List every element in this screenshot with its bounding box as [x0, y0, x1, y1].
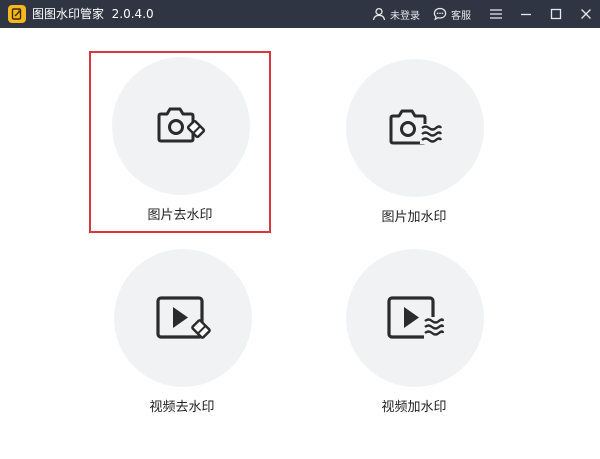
card-icon-circle: [346, 249, 484, 387]
maximize-button[interactable]: [545, 0, 567, 28]
maximize-icon: [550, 8, 562, 20]
card-icon-circle: [346, 59, 484, 197]
user-icon: [372, 7, 386, 21]
card-image-add-watermark[interactable]: 图片加水印: [323, 53, 505, 235]
camera-eraser-icon: [157, 107, 206, 143]
card-icon-circle: [112, 57, 250, 195]
camera-watermark-icon: [389, 109, 443, 145]
service-label: 客服: [451, 10, 471, 22]
app-name: 图图水印管家: [32, 7, 105, 21]
card-video-add-watermark[interactable]: 视频加水印: [323, 243, 505, 425]
menu-icon: [490, 9, 502, 19]
card-label: 视频去水印: [149, 400, 215, 415]
card-label: 图片去水印: [147, 208, 213, 223]
app-window: 图图水印管家 2.0.4.0 未登录 客服 图片去水印 图片加水印 视频去水印 …: [0, 0, 600, 459]
card-icon-circle: [114, 249, 252, 387]
login-button[interactable]: 未登录: [372, 0, 420, 28]
card-label: 视频加水印: [381, 400, 447, 415]
close-icon: [581, 9, 591, 19]
card-video-remove-watermark[interactable]: 视频去水印: [91, 243, 273, 425]
minimize-button[interactable]: [515, 0, 537, 28]
card-label: 图片加水印: [381, 210, 447, 225]
customer-service-button[interactable]: 客服: [433, 0, 471, 28]
title-bar: 图图水印管家 2.0.4.0 未登录 客服: [0, 0, 600, 28]
close-button[interactable]: [575, 0, 597, 28]
login-label: 未登录: [390, 10, 420, 22]
card-image-remove-watermark[interactable]: 图片去水印: [89, 51, 271, 233]
app-logo-icon: [8, 5, 26, 23]
minimize-icon: [521, 13, 531, 16]
app-version: 2.0.4.0: [111, 7, 154, 21]
app-title: 图图水印管家 2.0.4.0: [32, 6, 154, 22]
video-eraser-icon: [156, 296, 211, 339]
chat-bubble-icon: [433, 7, 447, 21]
video-watermark-icon: [387, 296, 444, 339]
menu-button[interactable]: [485, 0, 507, 28]
